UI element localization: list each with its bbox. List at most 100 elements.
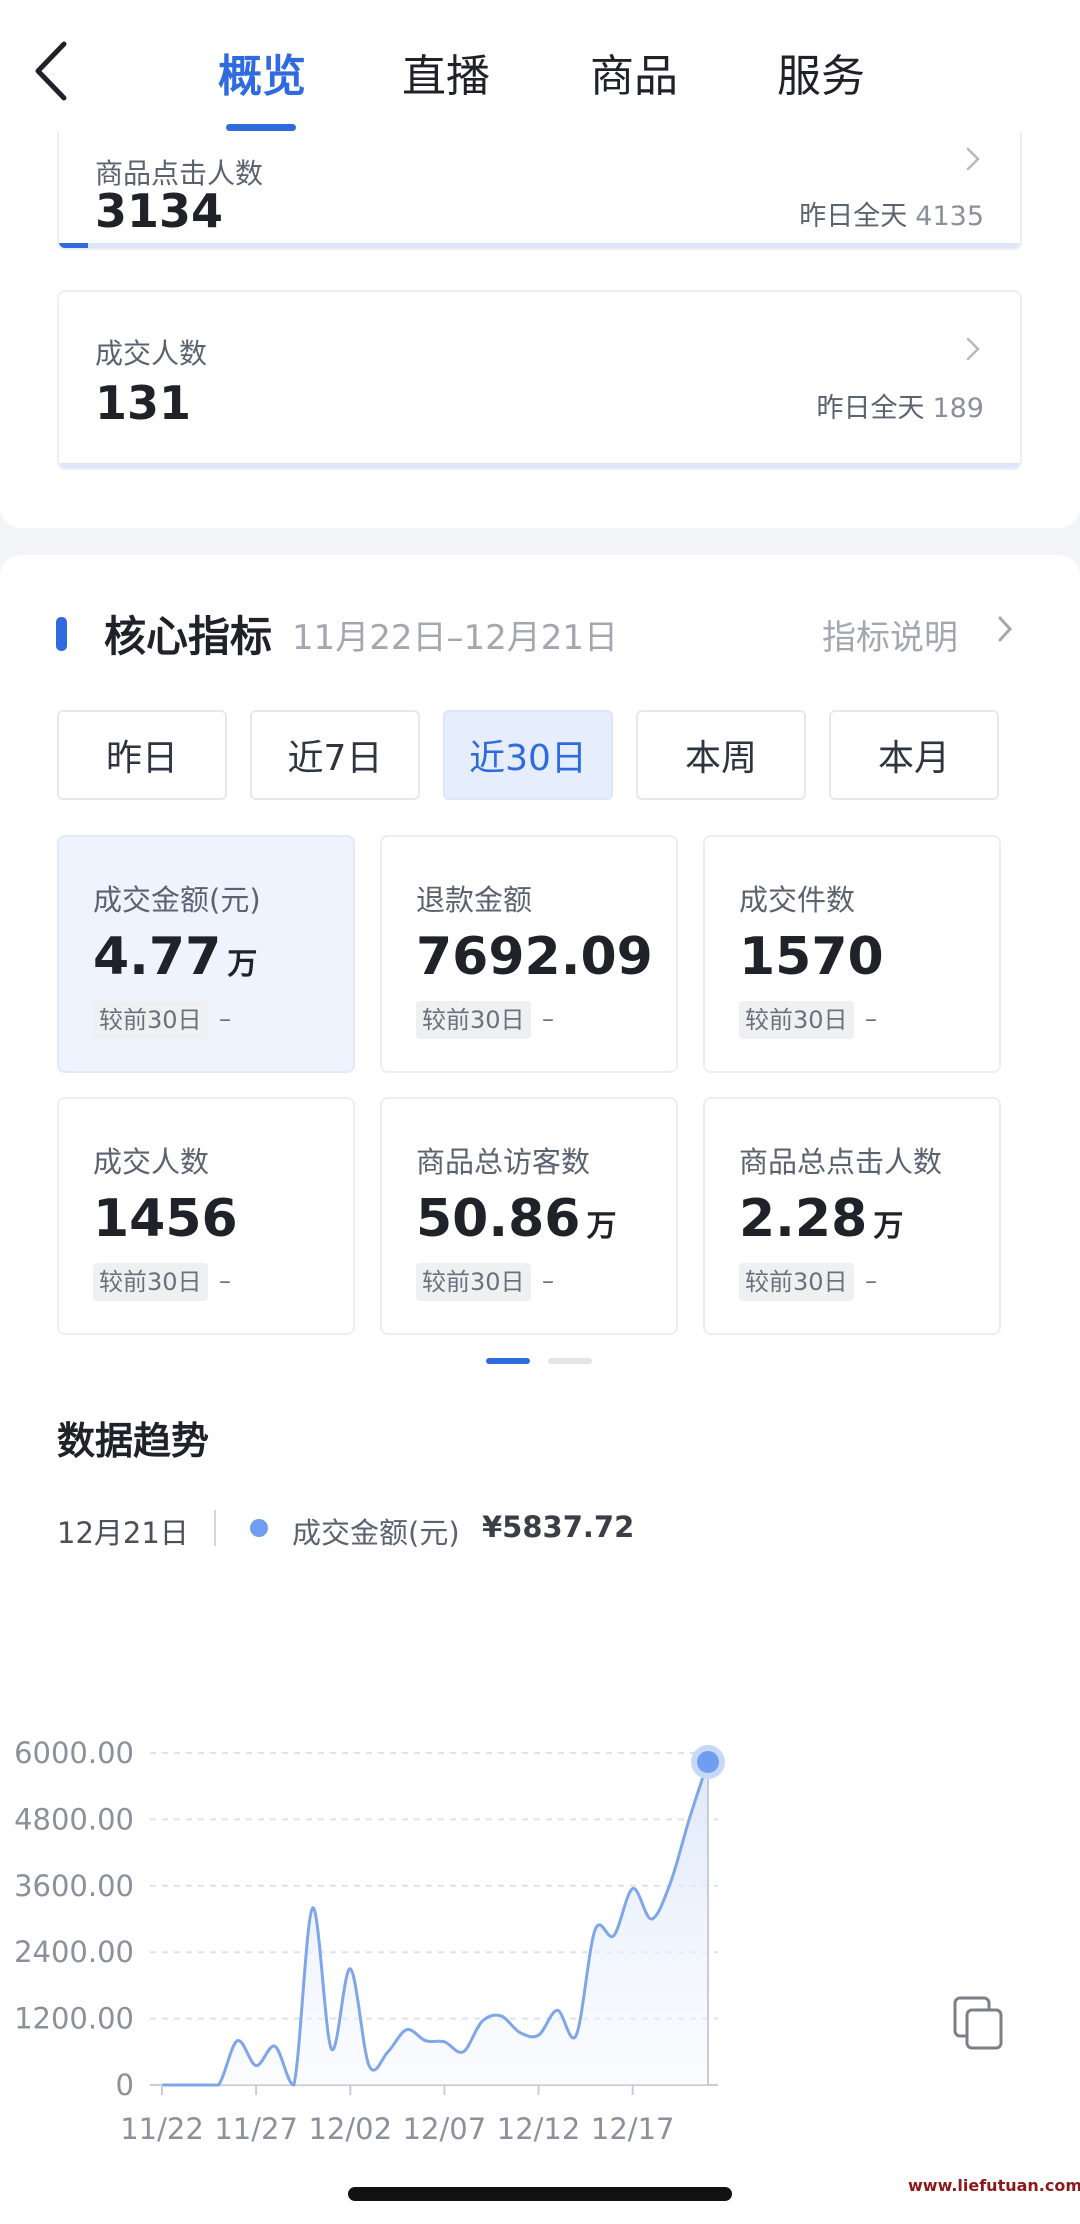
kpi-change: – bbox=[542, 1005, 554, 1033]
y-tick-label: 0 bbox=[116, 2068, 134, 2102]
kpi-label: 成交件数 bbox=[739, 883, 856, 917]
data-point bbox=[366, 2063, 372, 2069]
kpi-change: – bbox=[865, 1267, 877, 1295]
tab-overview[interactable]: 概览 bbox=[214, 40, 310, 104]
range-month-button[interactable]: 本月 bbox=[829, 710, 999, 800]
y-tick-label: 6000.00 bbox=[14, 1736, 134, 1770]
data-point bbox=[441, 2039, 447, 2045]
data-point bbox=[611, 1933, 617, 1939]
data-point bbox=[536, 2032, 542, 2038]
kpi-compare-tag: 较前30日 bbox=[416, 1263, 531, 1301]
data-point bbox=[178, 2082, 184, 2088]
metric-explanation-link[interactable]: 指标说明 bbox=[822, 610, 958, 659]
data-point bbox=[347, 1966, 353, 1972]
kpi-label: 商品总访客数 bbox=[416, 1145, 591, 1179]
kpi-change: – bbox=[542, 1267, 554, 1295]
data-point bbox=[573, 2032, 579, 2038]
kpi-label: 成交金额(元) bbox=[93, 883, 261, 917]
data-point bbox=[630, 1886, 636, 1892]
kpi-value: 1456 bbox=[93, 1189, 238, 1249]
series-area bbox=[162, 1761, 708, 2085]
kpi-label: 商品总点击人数 bbox=[739, 1145, 943, 1179]
page-indicator-active bbox=[486, 1358, 530, 1364]
x-axis: 11/22 11/27 12/02 12/07 12/12 12/17 bbox=[120, 2085, 674, 2146]
kpi-value: 7692.09 bbox=[416, 927, 653, 987]
x-tick-label: 11/22 bbox=[120, 2112, 204, 2146]
metric-yesterday: 昨日全天 189 bbox=[816, 393, 984, 424]
data-point bbox=[423, 2038, 429, 2044]
kpi-label: 退款金额 bbox=[416, 883, 533, 917]
kpi-card-buyers[interactable]: 成交人数 1456 较前30日 – bbox=[57, 1097, 355, 1335]
data-point bbox=[310, 1905, 316, 1911]
trend-date: 12月21日 bbox=[57, 1516, 189, 1550]
tab-service[interactable]: 服务 bbox=[773, 40, 869, 104]
data-point bbox=[234, 2038, 240, 2044]
kpi-card-gmv[interactable]: 成交金额(元) 4.77 万 较前30日 – bbox=[57, 835, 355, 1073]
back-chevron-icon[interactable] bbox=[28, 38, 78, 104]
y-tick-label: 4800.00 bbox=[14, 1802, 134, 1836]
kpi-compare-tag: 较前30日 bbox=[739, 1263, 854, 1301]
data-point bbox=[197, 2082, 203, 2088]
chevron-right-icon bbox=[966, 337, 980, 361]
core-title: 核心指标 bbox=[104, 612, 273, 661]
home-indicator bbox=[348, 2187, 732, 2201]
data-point bbox=[686, 1816, 692, 1822]
watermark: www.liefutuan.com bbox=[908, 2176, 1080, 2195]
metric-progress-bar bbox=[59, 463, 1020, 468]
range-week-button[interactable]: 本周 bbox=[636, 710, 806, 800]
data-point bbox=[215, 2082, 221, 2088]
metric-progress-bar bbox=[59, 243, 1020, 248]
y-tick-label: 1200.00 bbox=[14, 2002, 134, 2036]
range-7d-button[interactable]: 近7日 bbox=[250, 710, 420, 800]
copy-icon[interactable] bbox=[953, 1996, 1003, 2050]
active-tab-underline bbox=[226, 124, 296, 131]
kpi-change: – bbox=[865, 1005, 877, 1033]
metric-value: 131 bbox=[95, 376, 192, 430]
data-point bbox=[517, 2029, 523, 2035]
trend-title: 数据趋势 bbox=[57, 1419, 210, 1463]
top-metrics-section: 商品点击人数 3134 昨日全天 4135 成交人数 131 昨日全天 189 bbox=[0, 102, 1080, 528]
section-accent-bar bbox=[56, 617, 67, 651]
chevron-right-icon[interactable] bbox=[996, 615, 1014, 643]
kpi-value: 2.28 万 bbox=[739, 1189, 904, 1249]
tab-products[interactable]: 商品 bbox=[586, 40, 682, 104]
trend-amount: ¥5837.72 bbox=[482, 1510, 635, 1544]
data-point bbox=[705, 1759, 711, 1765]
kpi-card-items-sold[interactable]: 成交件数 1570 较前30日 – bbox=[703, 835, 1001, 1073]
trend-series-label: 成交金额(元) bbox=[292, 1516, 460, 1550]
chevron-right-icon bbox=[966, 147, 980, 171]
data-point bbox=[159, 2082, 165, 2088]
data-point bbox=[667, 1880, 673, 1886]
kpi-card-visitors[interactable]: 商品总访客数 50.86 万 较前30日 – bbox=[380, 1097, 678, 1335]
metric-value: 3134 bbox=[95, 184, 224, 238]
tab-live[interactable]: 直播 bbox=[398, 40, 494, 104]
range-30d-button[interactable]: 近30日 bbox=[443, 710, 613, 800]
data-point bbox=[404, 2027, 410, 2033]
x-tick-label: 12/12 bbox=[497, 2112, 581, 2146]
trend-chart[interactable]: 0 1200.00 2400.00 3600.00 4800.00 6000.00 11/… bbox=[0, 1590, 1080, 2170]
x-tick-label: 12/17 bbox=[591, 2112, 675, 2146]
kpi-card-refund[interactable]: 退款金额 7692.09 较前30日 – bbox=[380, 835, 678, 1073]
data-point bbox=[328, 2046, 334, 2052]
kpi-change: – bbox=[219, 1005, 231, 1033]
data-point bbox=[291, 2082, 297, 2088]
metric-card-buyers[interactable]: 成交人数 131 昨日全天 189 bbox=[57, 290, 1022, 470]
y-tick-label: 2400.00 bbox=[14, 1935, 134, 1969]
data-point bbox=[554, 2007, 560, 2013]
kpi-compare-tag: 较前30日 bbox=[416, 1001, 531, 1039]
kpi-card-product-clicks[interactable]: 商品总点击人数 2.28 万 较前30日 – bbox=[703, 1097, 1001, 1335]
kpi-compare-tag: 较前30日 bbox=[93, 1263, 208, 1301]
y-axis: 0 1200.00 2400.00 3600.00 4800.00 6000.00 bbox=[14, 1736, 134, 2102]
data-point bbox=[649, 1916, 655, 1922]
data-point bbox=[272, 2043, 278, 2049]
top-nav: 概览 直播 商品 服务 bbox=[0, 0, 1080, 132]
kpi-change: – bbox=[219, 1267, 231, 1295]
kpi-compare-tag: 较前30日 bbox=[739, 1001, 854, 1039]
y-tick-label: 3600.00 bbox=[14, 1869, 134, 1903]
metric-yesterday: 昨日全天 4135 bbox=[799, 201, 984, 232]
range-yesterday-button[interactable]: 昨日 bbox=[57, 710, 227, 800]
data-point bbox=[460, 2049, 466, 2055]
data-point bbox=[592, 1927, 598, 1933]
metric-label: 成交人数 bbox=[95, 337, 208, 370]
x-tick-label: 12/07 bbox=[403, 2112, 487, 2146]
